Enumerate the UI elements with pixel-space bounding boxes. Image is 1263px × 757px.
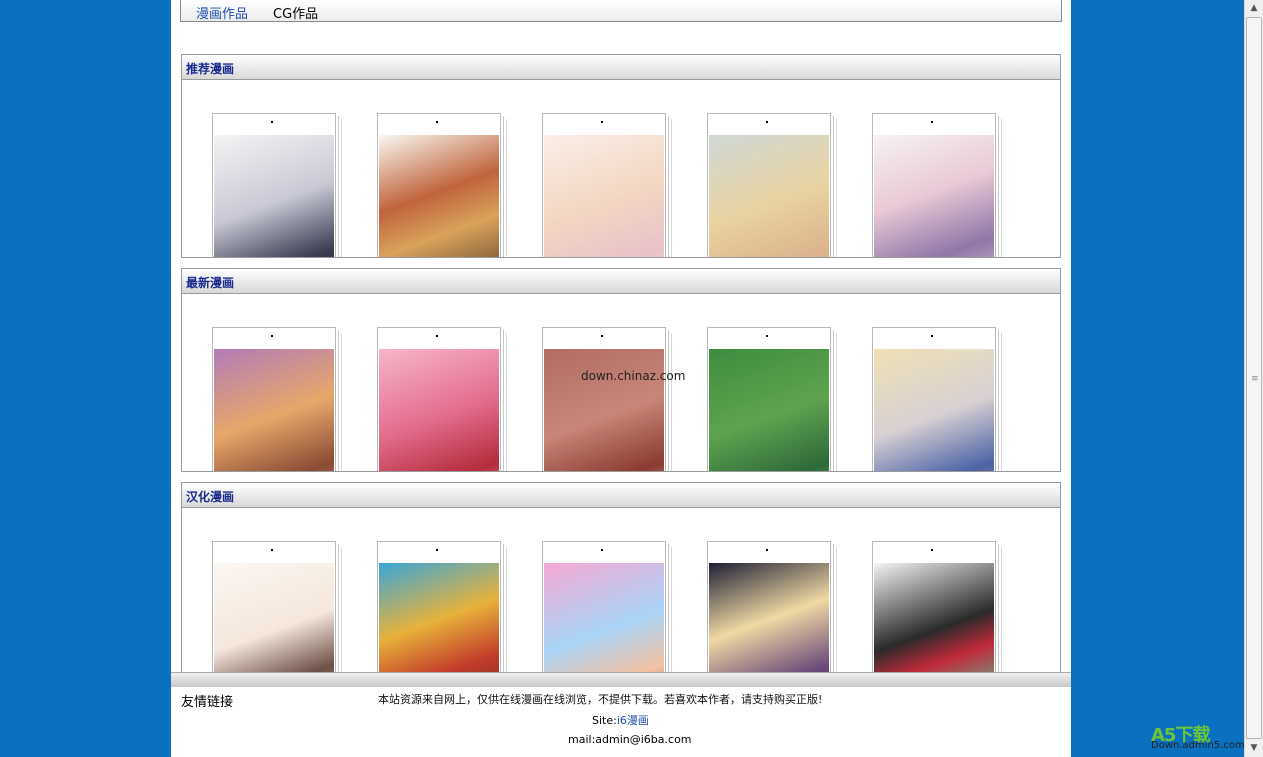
manga-card[interactable] [377, 541, 501, 672]
site-label: Site: [592, 714, 617, 727]
logo-sub-text: Down.admin5.com [1151, 740, 1245, 751]
cover-image[interactable] [709, 349, 829, 471]
cover-image[interactable] [379, 563, 499, 672]
manga-card[interactable] [377, 113, 501, 257]
cover-image[interactable] [709, 563, 829, 672]
footer-bar [171, 672, 1071, 687]
section-translated: 汉化漫画 [181, 482, 1061, 673]
cover-image[interactable] [544, 563, 664, 672]
manga-card[interactable] [707, 113, 831, 257]
watermark-text: down.chinaz.com [581, 369, 686, 383]
cover-image[interactable] [214, 563, 334, 672]
manga-card[interactable] [707, 541, 831, 672]
section-header: 最新漫画 [182, 268, 1060, 294]
manga-card[interactable] [212, 327, 336, 471]
section-title: 最新漫画 [186, 276, 235, 290]
scroll-down-icon[interactable]: ▼ [1246, 740, 1262, 756]
section-header: 汉化漫画 [182, 482, 1060, 508]
tab-manga-works[interactable]: 漫画作品 [196, 3, 248, 22]
section-title: 汉化漫画 [186, 490, 235, 504]
vertical-scrollbar[interactable]: ▲ ≡ ▼ [1244, 0, 1263, 757]
manga-card[interactable] [707, 327, 831, 471]
grip-icon: ≡ [1251, 374, 1259, 384]
manga-card[interactable] [542, 113, 666, 257]
footer-site: Site:i6漫画 [592, 712, 649, 728]
cover-image[interactable] [214, 349, 334, 471]
manga-card[interactable] [212, 541, 336, 672]
cover-image[interactable] [709, 135, 829, 257]
cover-image[interactable] [874, 563, 994, 672]
manga-card[interactable] [872, 113, 996, 257]
cover-image[interactable] [874, 135, 994, 257]
section-header: 推荐漫画 [182, 54, 1060, 80]
scroll-thumb[interactable]: ≡ [1246, 17, 1262, 739]
a5-logo: A5下载 Down.admin5.com [1151, 721, 1245, 755]
footer-disclaimer: 本站资源来自网上，仅供在线漫画在线浏览，不提供下载。若喜欢本作者，请支持购买正版… [378, 693, 823, 706]
manga-card[interactable] [542, 541, 666, 672]
section-recommended: 推荐漫画 [181, 54, 1061, 258]
cover-image[interactable] [214, 135, 334, 257]
cover-image[interactable] [544, 349, 664, 471]
cover-image[interactable] [874, 349, 994, 471]
manga-card[interactable] [542, 327, 666, 471]
footer-mail: mail:admin@i6ba.com [568, 733, 692, 746]
section-title: 推荐漫画 [186, 62, 235, 76]
manga-card[interactable] [212, 113, 336, 257]
cover-image[interactable] [379, 349, 499, 471]
manga-card[interactable] [377, 327, 501, 471]
top-nav: 漫画作品 CG作品 [180, 0, 1062, 22]
manga-card[interactable] [872, 541, 996, 672]
tab-cg-works[interactable]: CG作品 [273, 3, 318, 22]
manga-card[interactable] [872, 327, 996, 471]
site-link[interactable]: i6漫画 [617, 714, 649, 727]
scroll-up-icon[interactable]: ▲ [1246, 0, 1262, 16]
friend-links-label: 友情链接 [181, 695, 234, 710]
cover-image[interactable] [544, 135, 664, 257]
cover-image[interactable] [379, 135, 499, 257]
